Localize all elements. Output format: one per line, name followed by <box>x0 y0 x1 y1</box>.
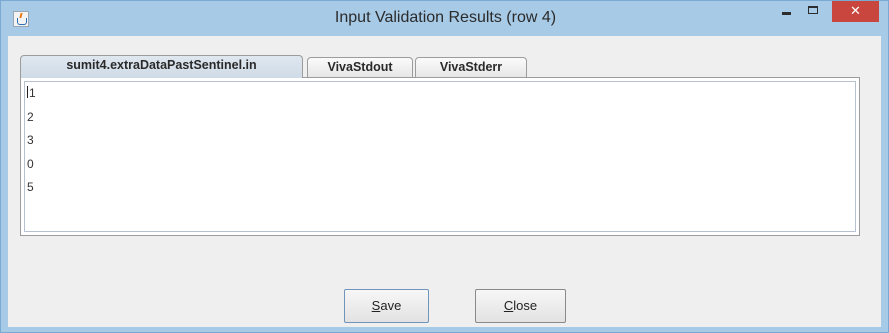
text-line: 2 <box>27 109 34 124</box>
tab-viva-stderr[interactable]: VivaStderr <box>415 57 527 77</box>
tab-panel: 1 2 3 0 5 <box>20 77 860 236</box>
tab-viva-stdout[interactable]: VivaStdout <box>307 57 413 77</box>
window-title: Input Validation Results (row 4) <box>334 9 557 26</box>
dialog-content: sumit4.extraDataPastSentinel.in VivaStdo… <box>8 36 881 327</box>
minimize-button[interactable] <box>773 1 799 22</box>
maximize-button[interactable] <box>801 1 827 22</box>
title-bar[interactable]: Input Validation Results (row 4) ✕ <box>1 1 888 36</box>
text-caret <box>27 86 28 98</box>
dialog-window: Input Validation Results (row 4) ✕ sumit… <box>0 0 889 333</box>
file-content-textarea[interactable]: 1 2 3 0 5 <box>24 81 856 232</box>
minimize-icon <box>782 12 791 15</box>
text-line: 0 <box>27 156 34 171</box>
close-button[interactable]: Close <box>475 289 566 323</box>
close-icon: ✕ <box>850 4 861 19</box>
text-line: 5 <box>27 180 34 194</box>
text-line: 3 <box>27 133 34 147</box>
text-line: 1 <box>27 86 36 100</box>
save-button[interactable]: Save <box>344 289 429 323</box>
close-window-button[interactable]: ✕ <box>832 1 879 22</box>
maximize-icon <box>808 6 818 14</box>
tab-input-file[interactable]: sumit4.extraDataPastSentinel.in <box>20 55 303 78</box>
